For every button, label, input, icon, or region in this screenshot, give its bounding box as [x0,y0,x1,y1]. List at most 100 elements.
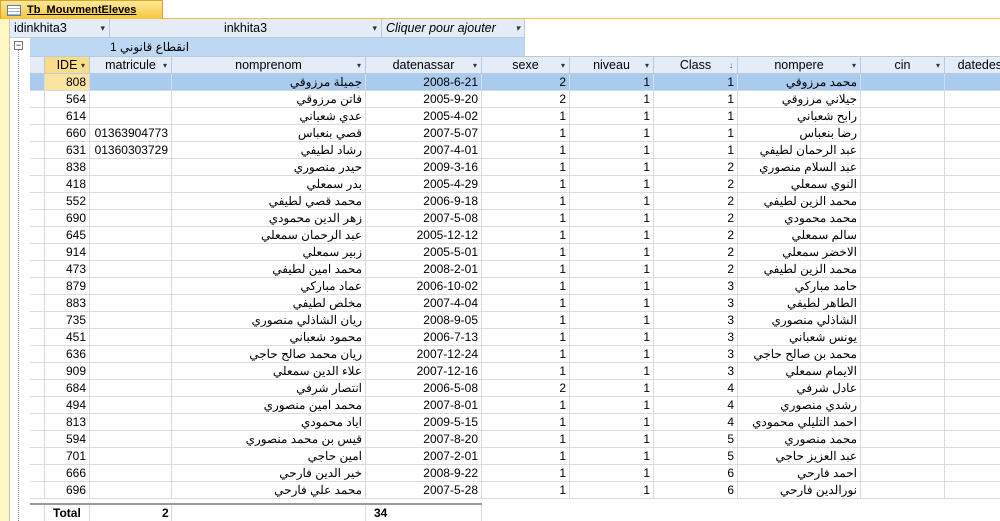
cell-class[interactable]: 6 [654,482,738,499]
cell-sexe[interactable]: 1 [482,363,570,380]
cell-nompere[interactable]: محمد الزين لطيفي [738,193,861,210]
cell-matricule[interactable] [90,380,172,397]
cell-cin[interactable] [861,278,945,295]
cell-matricule[interactable] [90,414,172,431]
cell-sexe[interactable]: 1 [482,125,570,142]
cell-nompere[interactable]: محمد بن صالح حاجي [738,346,861,363]
cell-nomprenom[interactable]: محمد قصي لطيفي [172,193,366,210]
cell-cin[interactable] [861,125,945,142]
cell-nomprenom[interactable]: علاء الدين سمعلي [172,363,366,380]
cell-matricule[interactable]: 01360303729 [90,142,172,159]
record-selector[interactable] [30,312,45,329]
cell-nomprenom[interactable]: حيدر منصوري [172,159,366,176]
chevron-down-icon[interactable]: ▾ [936,61,940,70]
cell-matricule[interactable] [90,244,172,261]
minus-icon[interactable]: − [14,41,23,50]
cell-sexe[interactable]: 1 [482,482,570,499]
cell-sexe[interactable]: 1 [482,414,570,431]
cell-cin[interactable] [861,431,945,448]
chevron-down-icon[interactable]: ▾ [852,61,856,70]
record-selector[interactable] [30,329,45,346]
collapse-toggle[interactable]: − [10,38,30,56]
cell-cin[interactable] [861,159,945,176]
cell-datedesorti[interactable] [945,346,1000,363]
cell-nomprenom[interactable]: قيس بن محمد منصوري [172,431,366,448]
cell-ide[interactable]: 564 [45,91,90,108]
cell-sexe[interactable]: 1 [482,431,570,448]
cell-matricule[interactable] [90,261,172,278]
cell-ide[interactable]: 879 [45,278,90,295]
cell-datedesorti[interactable] [945,210,1000,227]
record-selector[interactable] [30,465,45,482]
cell-datenassar[interactable]: 2008-2-01 [366,261,482,278]
cell-niveau[interactable]: 1 [570,193,654,210]
cell-sexe[interactable]: 1 [482,261,570,278]
cell-nomprenom[interactable]: فاتن مرزوقي [172,91,366,108]
table-row[interactable]: 494 محمد امين منصوري 2007-8-01 1 1 4 رشدي منصو… [30,397,1000,414]
cell-cin[interactable] [861,397,945,414]
cell-matricule[interactable] [90,312,172,329]
cell-datenassar[interactable]: 2005-9-20 [366,91,482,108]
chevron-down-icon[interactable]: ▾ [473,61,477,70]
cell-ide[interactable]: 614 [45,108,90,125]
cell-cin[interactable] [861,227,945,244]
cell-niveau[interactable]: 1 [570,431,654,448]
cell-cin[interactable] [861,482,945,499]
cell-nompere[interactable]: حامد مباركي [738,278,861,295]
cell-ide[interactable]: 666 [45,465,90,482]
record-selector[interactable] [30,448,45,465]
record-selector[interactable] [30,414,45,431]
table-row[interactable]: 645 عبد الرحمان سمعلي 2005-12-12 1 1 2 سالم سم… [30,227,1000,244]
table-row[interactable]: 451 محمود شعباني 2006-7-13 1 1 3 يونس شعباني [30,329,1000,346]
cell-nomprenom[interactable]: محمود شعباني [172,329,366,346]
cell-matricule[interactable] [90,482,172,499]
table-row[interactable]: 564 فاتن مرزوقي 2005-9-20 2 1 1 جيلاني مرزوقي [30,91,1000,108]
cell-ide[interactable]: 631 [45,142,90,159]
chevron-down-icon[interactable]: ▾ [561,61,565,70]
table-row[interactable]: 666 خير الدين فارحي 2008-9-22 1 1 6 احمد فارحي [30,465,1000,482]
cell-sexe[interactable]: 1 [482,448,570,465]
cell-ide[interactable]: 552 [45,193,90,210]
cell-datenassar[interactable]: 2007-2-01 [366,448,482,465]
cell-niveau[interactable]: 1 [570,363,654,380]
cell-datenassar[interactable]: 2006-7-13 [366,329,482,346]
cell-datenassar[interactable]: 2006-5-08 [366,380,482,397]
cell-datedesorti[interactable] [945,431,1000,448]
cell-cin[interactable] [861,108,945,125]
cell-niveau[interactable]: 1 [570,108,654,125]
cell-cin[interactable] [861,244,945,261]
record-selector[interactable] [30,278,45,295]
record-selector[interactable] [30,397,45,414]
cell-sexe[interactable]: 2 [482,91,570,108]
cell-cin[interactable] [861,261,945,278]
cell-class[interactable]: 3 [654,329,738,346]
column-header-matricule[interactable]: matricule ▾ [90,56,172,74]
cell-ide[interactable]: 909 [45,363,90,380]
cell-matricule[interactable] [90,74,172,91]
column-header-datenassar[interactable]: datenassar ▾ [366,56,482,74]
table-row[interactable]: 879 عماد مباركي 2006-10-02 1 1 3 حامد مباركي [30,278,1000,295]
cell-nompere[interactable]: النوي سمعلي [738,176,861,193]
column-header-class[interactable]: Class ↓ [654,56,738,74]
cell-ide[interactable]: 690 [45,210,90,227]
cell-nompere[interactable]: سالم سمعلي [738,227,861,244]
cell-cin[interactable] [861,295,945,312]
cell-nomprenom[interactable]: زهر الدين محمودي [172,210,366,227]
cell-cin[interactable] [861,380,945,397]
add-column-header[interactable]: Cliquer pour ajouter ▾ [382,19,525,38]
cell-niveau[interactable]: 1 [570,295,654,312]
cell-sexe[interactable]: 1 [482,193,570,210]
cell-matricule[interactable] [90,465,172,482]
cell-sexe[interactable]: 1 [482,108,570,125]
chevron-down-icon[interactable]: ▾ [81,61,85,70]
cell-ide[interactable]: 645 [45,227,90,244]
cell-class[interactable]: 6 [654,465,738,482]
table-row[interactable]: 735 ريان الشاذلي منصوري 2008-9-05 1 1 3 الشاذل… [30,312,1000,329]
cell-niveau[interactable]: 1 [570,278,654,295]
cell-datenassar[interactable]: 2009-5-15 [366,414,482,431]
cell-niveau[interactable]: 1 [570,91,654,108]
record-selector[interactable] [30,261,45,278]
cell-cin[interactable] [861,91,945,108]
cell-niveau[interactable]: 1 [570,125,654,142]
cell-nomprenom[interactable]: بدر سمعلي [172,176,366,193]
